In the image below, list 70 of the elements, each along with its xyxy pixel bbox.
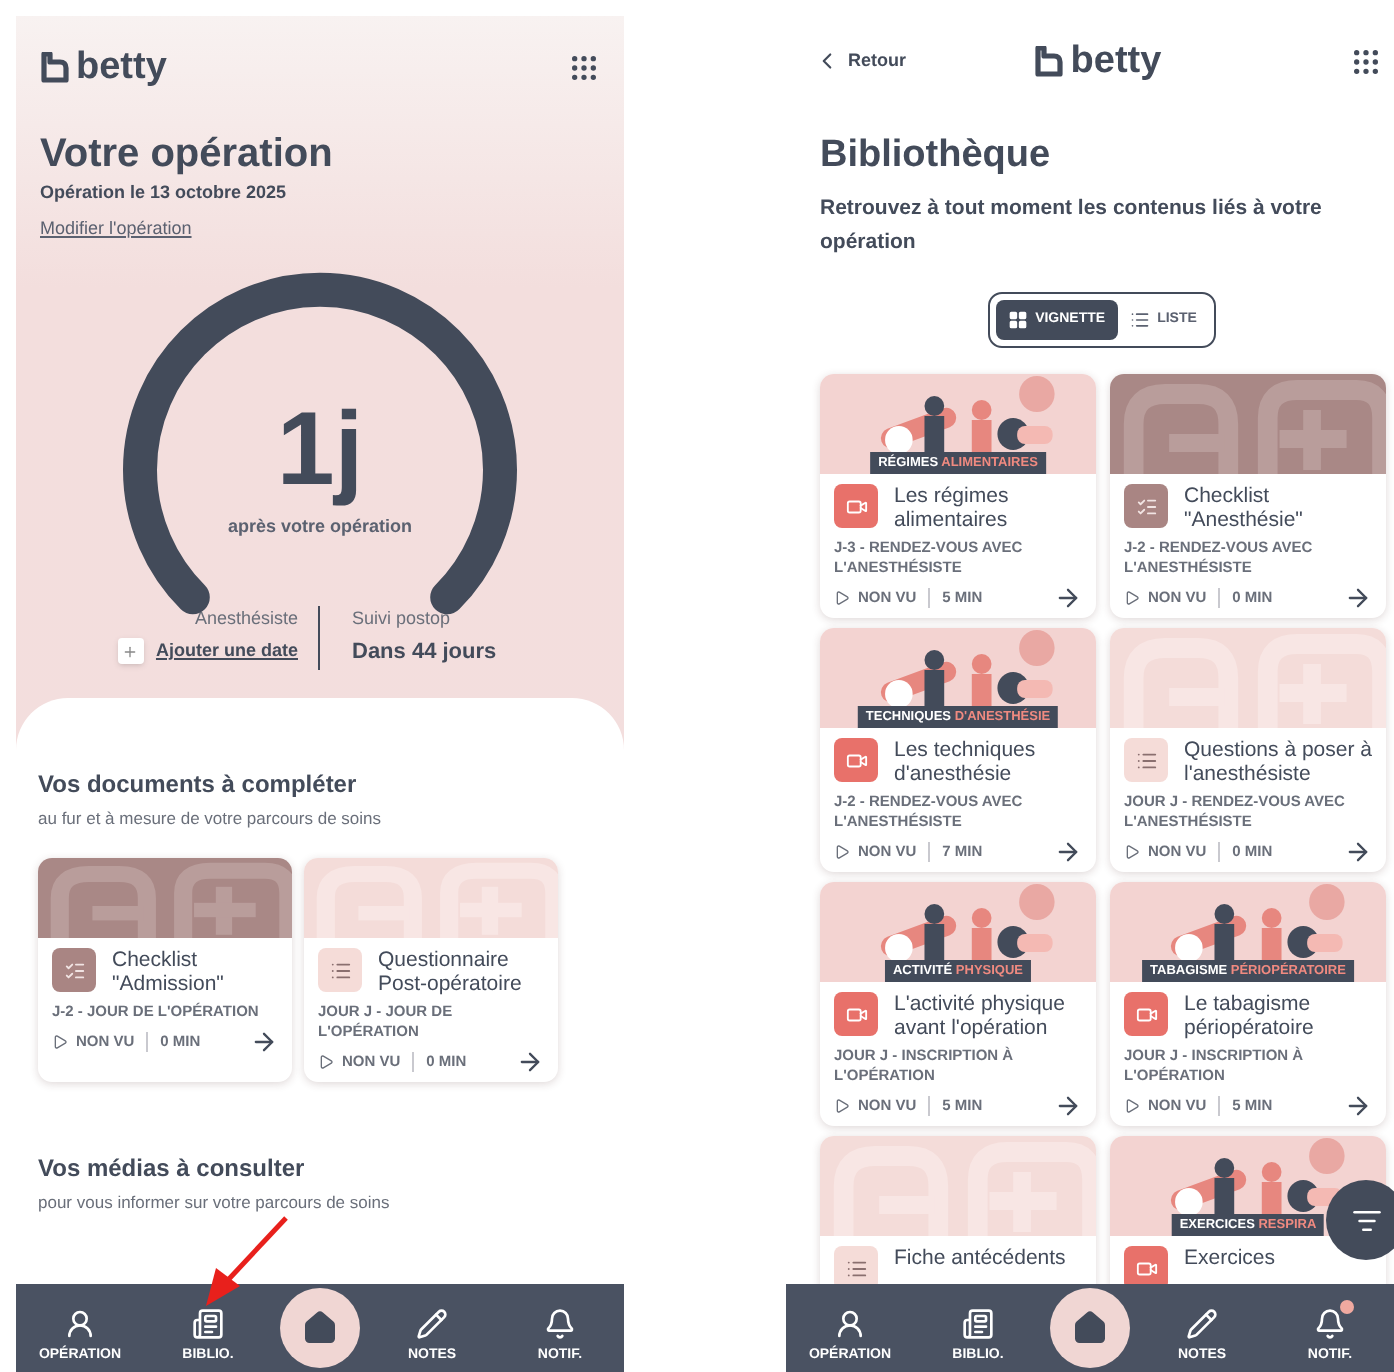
video-icon (1135, 1003, 1157, 1025)
play-icon (834, 589, 850, 605)
video-icon (845, 1003, 867, 1025)
play-icon (1124, 1097, 1140, 1113)
checklist-icon (1135, 495, 1157, 517)
back-button[interactable]: Retour (814, 47, 934, 75)
home-button[interactable] (280, 1288, 360, 1368)
plus-icon (122, 643, 139, 660)
card-title: Les techniques d'anesthésie (894, 738, 1038, 786)
play-icon (834, 843, 850, 859)
bell-icon[interactable] (1314, 1308, 1346, 1340)
menu-icon[interactable] (568, 51, 600, 83)
arrow-icon[interactable] (1344, 583, 1372, 611)
page-title: Bibliothèque (820, 132, 1053, 180)
arrow-icon[interactable] (1344, 837, 1372, 865)
pencil-icon[interactable] (1186, 1308, 1218, 1340)
card-title: Checklist "Admission" (112, 948, 226, 997)
play-icon (52, 1033, 68, 1050)
play-icon (834, 1097, 850, 1113)
page-description: Retrouvez à tout moment les contenus liés à votre opération (820, 194, 1324, 258)
countdown-value: 1j (276, 398, 364, 502)
content-card[interactable]: Fiche antécédents (820, 1136, 1096, 1284)
filter-icon (1351, 1205, 1381, 1235)
arrow-icon[interactable] (1344, 1091, 1372, 1119)
logo-icon (1034, 45, 1067, 77)
logo-text: betty (76, 48, 167, 86)
logo-text: betty (1070, 42, 1162, 80)
milestone-label: Suivi postop (352, 605, 451, 632)
home-icon (302, 1310, 338, 1346)
play-icon (318, 1053, 334, 1070)
home-button[interactable] (1050, 1288, 1130, 1368)
card-title: Checklist "Anesthésie" (1184, 484, 1305, 532)
card-title: L'activité physique avant l'opération (894, 992, 1067, 1040)
video-icon (845, 495, 867, 517)
newspaper-icon[interactable] (962, 1308, 994, 1340)
countdown-caption: après votre opération (227, 514, 413, 540)
checklist-icon (63, 959, 85, 982)
card-title: Questions à poser à l'anesthésiste (1184, 738, 1372, 786)
card-title: Questionnaire Post-opératoire (378, 948, 524, 997)
milestone-label: Anesthésiste (194, 605, 298, 631)
section-subtitle: au fur et à mesure de votre parcours de soins (38, 805, 384, 831)
pencil-icon[interactable] (416, 1308, 448, 1340)
operation-date: Opération le 13 octobre 2025 (40, 180, 289, 206)
arrow-icon[interactable] (1054, 583, 1082, 611)
card-title: Les régimes alimentaires (894, 484, 1011, 532)
video-icon (845, 749, 867, 771)
play-icon (1124, 589, 1140, 605)
page-title: Votre opération (40, 130, 335, 178)
person-icon[interactable] (834, 1308, 866, 1340)
section-title: Vos documents à compléter (38, 767, 359, 801)
newspaper-icon[interactable] (192, 1308, 224, 1340)
logo-icon (40, 51, 72, 83)
video-icon (1135, 1257, 1157, 1279)
add-date-link[interactable]: Ajouter une date (155, 638, 298, 665)
card-title: Exercices (1184, 1246, 1276, 1270)
arrow-icon[interactable] (1054, 1091, 1082, 1119)
grid-icon (1007, 310, 1028, 330)
home-icon (1072, 1310, 1108, 1346)
milestone-value: Dans 44 jours (352, 638, 497, 668)
card-title: Fiche antécédents (894, 1246, 1066, 1270)
annotation-arrow (200, 1214, 292, 1310)
edit-link[interactable]: Modifier l'opération (40, 215, 192, 242)
section-subtitle: pour vous informer sur votre parcours de soins (38, 1190, 392, 1216)
card-title: Le tabagisme périopératoire (1184, 992, 1316, 1040)
menu-icon[interactable] (1350, 45, 1382, 77)
play-icon (1124, 843, 1140, 859)
bell-icon[interactable] (544, 1308, 576, 1340)
arrow-icon[interactable] (1054, 837, 1082, 865)
section-title: Vos médias à consulter (38, 1152, 307, 1187)
person-icon[interactable] (64, 1308, 96, 1340)
